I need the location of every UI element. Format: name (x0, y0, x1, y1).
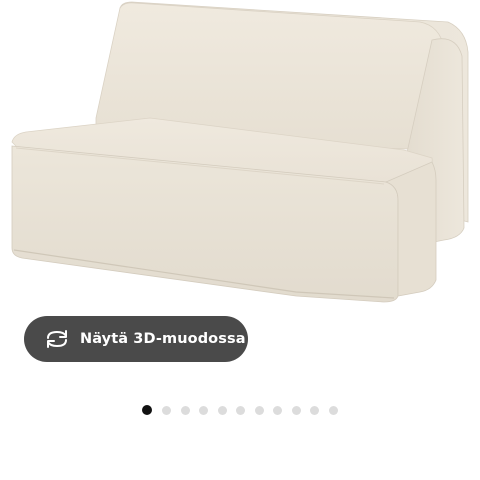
carousel-dot[interactable] (162, 406, 171, 415)
carousel-dot[interactable] (255, 406, 264, 415)
carousel-dot[interactable] (199, 406, 208, 415)
rotate-3d-icon (44, 328, 70, 350)
carousel-dot[interactable] (218, 406, 227, 415)
carousel-dot[interactable] (310, 406, 319, 415)
carousel-dot[interactable] (292, 406, 301, 415)
view-3d-label: Näytä 3D-muodossa (80, 331, 246, 347)
carousel-dot[interactable] (236, 406, 245, 415)
carousel-pager (0, 405, 480, 417)
carousel-dot[interactable] (273, 406, 282, 415)
carousel-dot[interactable] (142, 405, 152, 415)
product-gallery: Näytä 3D-muodossa (0, 0, 480, 480)
carousel-dot[interactable] (329, 406, 338, 415)
carousel-dot[interactable] (181, 406, 190, 415)
product-image[interactable] (0, 0, 480, 320)
view-3d-button[interactable]: Näytä 3D-muodossa (24, 316, 248, 362)
